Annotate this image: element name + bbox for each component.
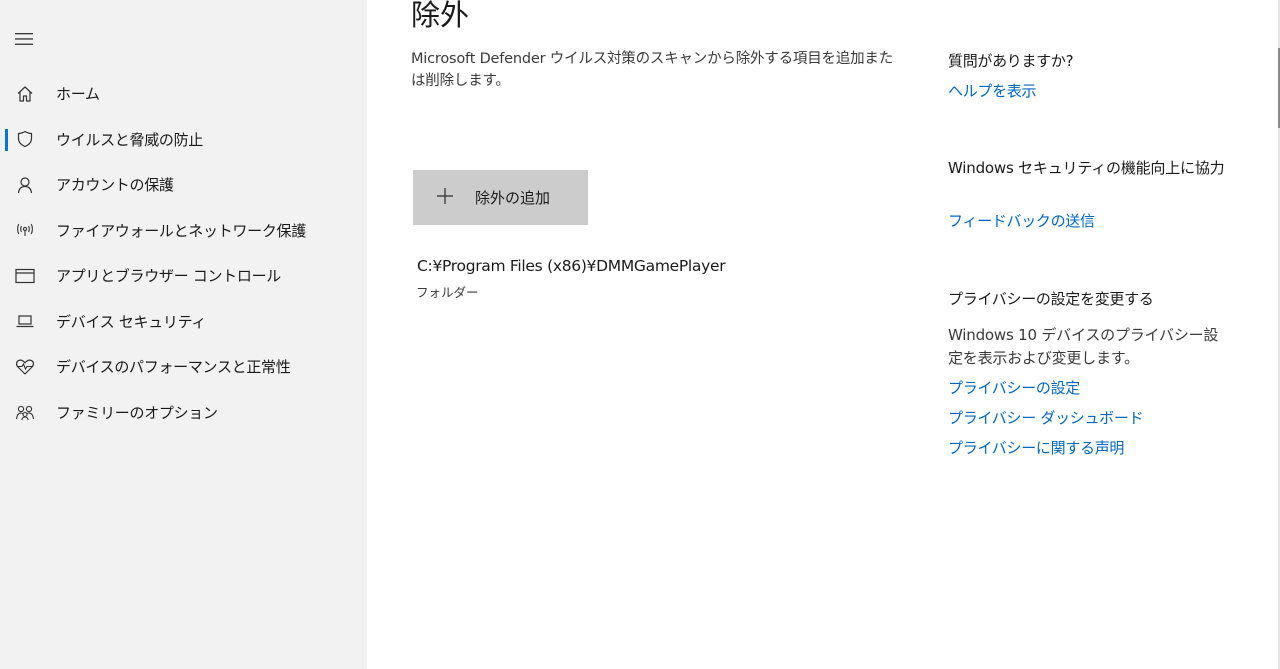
hamburger-menu-button[interactable] [12,28,36,50]
privacy-heading: プライバシーの設定を変更する [948,290,1154,308]
exclusion-list-item[interactable]: C:¥Program Files (x86)¥DMMGamePlayer フォル… [413,255,833,305]
sidebar-item-app-browser-control[interactable]: アプリとブラウザー コントロール [0,253,367,299]
home-icon [14,83,36,105]
sidebar-item-device-performance-health[interactable]: デバイスのパフォーマンスと正常性 [0,344,367,390]
exclusion-path: C:¥Program Files (x86)¥DMMGamePlayer [417,257,726,275]
feedback-link[interactable]: フィードバックの送信 [948,210,1095,231]
help-link[interactable]: ヘルプを表示 [948,80,1037,101]
sidebar-item-firewall-network[interactable]: ファイアウォールとネットワーク保護 [0,208,367,254]
sidebar-item-label: デバイスのパフォーマンスと正常性 [56,358,291,377]
hamburger-icon [15,33,33,45]
app-window-icon [14,265,36,287]
sidebar-item-label: ホーム [56,85,100,104]
sidebar-nav: ホーム ウイルスと脅威の防止 アカウントの保護 ファイアウォールとネットワーク保… [0,71,367,435]
sidebar-item-family-options[interactable]: ファミリーのオプション [0,390,367,436]
sidebar-item-label: デバイス セキュリティ [56,312,207,331]
sidebar-item-label: ウイルスと脅威の防止 [56,130,204,149]
laptop-icon [14,310,36,332]
privacy-description: Windows 10 デバイスのプライバシー設定を表示および変更します。 [948,326,1219,367]
privacy-dashboard-link[interactable]: プライバシー ダッシュボード [948,407,1144,428]
question-heading: 質問がありますか? [948,52,1074,70]
heart-pulse-icon [14,356,36,378]
shield-icon [14,128,36,150]
privacy-statement-link[interactable]: プライバシーに関する声明 [948,437,1124,458]
sidebar: ホーム ウイルスと脅威の防止 アカウントの保護 ファイアウォールとネットワーク保… [0,0,367,669]
exclusion-type: フォルダー [416,285,479,300]
sidebar-item-account-protection[interactable]: アカウントの保護 [0,162,367,208]
windows-security-window: ホーム ウイルスと脅威の防止 アカウントの保護 ファイアウォールとネットワーク保… [0,0,1280,669]
sidebar-item-home[interactable]: ホーム [0,71,367,117]
plus-icon [437,188,453,204]
add-exclusion-label: 除外の追加 [475,189,551,207]
wireless-icon [14,219,36,241]
sidebar-item-label: アカウントの保護 [56,176,174,195]
page-title: 除外 [411,0,470,32]
main-content: 除外 Microsoft Defender ウイルス対策のスキャンから除外する項… [367,0,1280,669]
page-description: Microsoft Defender ウイルス対策のスキャンから除外する項目を追… [411,51,893,89]
sidebar-item-label: ファミリーのオプション [56,403,218,422]
sidebar-item-label: ファイアウォールとネットワーク保護 [56,221,306,240]
improve-heading: Windows セキュリティの機能向上に協力 [948,159,1225,177]
person-icon [14,174,36,196]
family-icon [14,401,36,423]
sidebar-item-device-security[interactable]: デバイス セキュリティ [0,299,367,345]
privacy-settings-link[interactable]: プライバシーの設定 [948,377,1080,398]
selection-indicator [5,128,8,151]
add-exclusion-button[interactable]: 除外の追加 [413,170,588,225]
sidebar-item-virus-threat-protection[interactable]: ウイルスと脅威の防止 [0,117,367,163]
sidebar-item-label: アプリとブラウザー コントロール [56,267,281,286]
